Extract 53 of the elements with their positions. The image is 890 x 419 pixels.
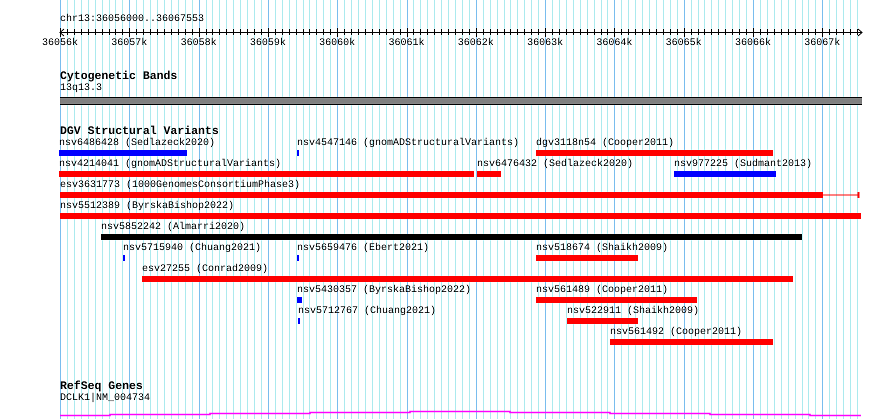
variant-label[interactable]: nsv5852242 (Almarri2020) [101,222,246,234]
variant-label[interactable]: nsv5659476 (Ebert2021) [297,243,430,255]
tick-label: 36064k [596,38,632,50]
tick-label: 36058k [180,38,217,50]
variant-bar[interactable] [610,339,773,345]
tick-label: 36067k [804,38,840,50]
tick-label: 36061k [388,38,424,50]
variant-label[interactable]: nsv522911 (Shaikh2009) [567,306,700,318]
cytoband-bar[interactable] [60,97,862,105]
variant-label[interactable]: nsv5430357 (ByrskaBishop2022) [297,285,472,297]
variant-label[interactable]: esv27255 (Conrad2009) [142,264,268,276]
variant-bar[interactable] [674,171,776,177]
variant-bar[interactable] [297,297,302,303]
variant-bar[interactable] [536,297,697,303]
tick-label: 36059k [250,38,286,50]
variant-label[interactable]: nsv6476432 (Sedlazeck2020) [477,159,634,171]
tick-label: 36066k [735,38,771,50]
variant-label[interactable]: dgv3118n54 (Cooper2011) [536,138,674,150]
tick-label: 36062k [458,38,494,50]
variant-bar[interactable] [101,234,802,240]
tick-label: 36060k [319,38,356,50]
variant-label[interactable]: nsv4214041 (gnomADStructuralVariants) [59,159,282,171]
tick-label: 36065k [666,38,702,50]
variant-extension [823,191,860,199]
variant-label[interactable]: nsv561489 (Cooper2011) [536,285,668,297]
variant-bar[interactable] [536,255,638,261]
variant-bar[interactable] [60,213,861,219]
tick-label: 36063k [527,38,564,50]
variant-label[interactable]: nsv5712767 (Chuang2021) [298,306,436,318]
variant-bar[interactable] [60,192,823,198]
variant-bar[interactable] [59,150,187,156]
tick-label: 36057k [111,38,148,50]
gene-label[interactable]: DCLK1|NM_004734 [60,393,150,405]
track-title: RefSeq Genes [60,380,143,393]
track-title: DGV Structural Variants [60,125,219,138]
variant-label[interactable]: nsv561492 (Cooper2011) [610,327,742,339]
variant-bar[interactable] [59,171,474,177]
tick-label: 36056k [42,38,78,50]
variant-bar[interactable] [536,150,773,156]
location-label: chr13:36056000..36067553 [60,14,204,26]
variant-bar[interactable] [567,318,638,324]
variant-label[interactable]: nsv6486428 (Sedlazeck2020) [59,138,216,150]
variant-label[interactable]: esv3631773 (1000GenomesConsortiumPhase3) [60,180,300,192]
variant-label[interactable]: nsv5512389 (ByrskaBishop2022) [60,201,234,213]
variant-label[interactable]: nsv977225 (Sudmant2013) [674,159,812,171]
variant-bar[interactable] [477,171,501,177]
track-title: Cytogenetic Bands [60,70,178,83]
band-label: 13q13.3 [60,83,102,95]
variant-bar[interactable] [142,276,793,282]
variant-label[interactable]: nsv5715940 (Chuang2021) [123,243,262,255]
variant-label[interactable]: nsv4547146 (gnomADStructuralVariants) [297,138,520,150]
variant-label[interactable]: nsv518674 (Shaikh2009) [536,243,668,255]
gene-line[interactable] [60,410,861,416]
